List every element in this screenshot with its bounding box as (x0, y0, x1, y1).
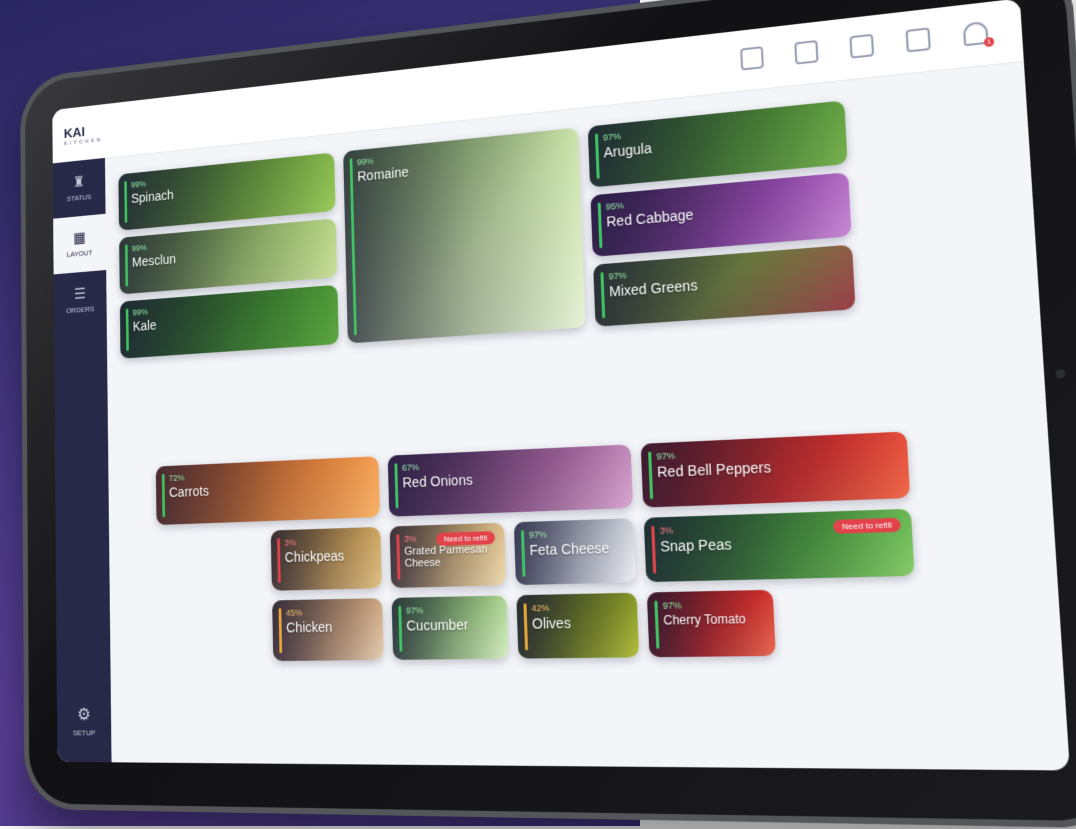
ingredient-tile-cucumber[interactable]: 97% Cucumber (392, 595, 509, 659)
ingredient-tile-romaine[interactable]: 99% Romaine (343, 128, 586, 344)
sidebar: ♜ STATUS ▦ LAYOUT ☰ ORDERS ⚙ SETUP (53, 158, 112, 762)
ingredient-tile-snap-peas[interactable]: 3% Snap Peas Need to refill (644, 509, 915, 582)
tablet-device: KAI KITCHEN 1 ♜ STATUS ▦ LAYOUT ☰ ORDERS… (0, 0, 1076, 826)
notification-badge: 1 (984, 37, 995, 47)
gear-icon: ⚙ (57, 705, 111, 725)
ingredient-tile-chicken[interactable]: 45% Chicken (272, 598, 384, 661)
printer-icon[interactable] (740, 46, 764, 71)
ingredient-tile-red-bell-peppers[interactable]: 97% Red Bell Peppers (641, 431, 911, 507)
list-icon: ☰ (74, 287, 86, 302)
ingredient-tile-chickpeas[interactable]: 3% Chickpeas (271, 527, 382, 591)
ingredient-tile-carrots[interactable]: 72% Carrots (156, 456, 380, 525)
ingredient-tile-cherry-tomato[interactable]: 97% Cherry Tomato (647, 590, 776, 657)
ingredient-tile-feta-cheese[interactable]: 97% Feta Cheese (514, 518, 636, 585)
ingredient-tile-red-cabbage[interactable]: 95% Red Cabbage (590, 172, 851, 257)
database-icon[interactable] (849, 34, 874, 59)
ingredient-tile-mixed-greens[interactable]: 97% Mixed Greens (593, 245, 855, 327)
brand-logo: KAI KITCHEN (64, 122, 103, 147)
ingredient-tile-mesclun[interactable]: 99% Mesclun (119, 218, 337, 294)
sidebar-item-layout[interactable]: ▦ LAYOUT (53, 214, 106, 275)
robot-icon: ♜ (73, 175, 85, 191)
wifi-icon[interactable] (794, 40, 818, 65)
refill-badge: Need to refill (436, 531, 495, 546)
bell-icon[interactable]: 1 (963, 21, 989, 47)
tablet-screen: KAI KITCHEN 1 ♜ STATUS ▦ LAYOUT ☰ ORDERS… (52, 0, 1070, 770)
sidebar-item-setup[interactable]: ⚙ SETUP (57, 705, 111, 738)
ingredient-tile-spinach[interactable]: 99% Spinach (118, 152, 335, 230)
sidebar-item-status[interactable]: ♜ STATUS (53, 158, 106, 219)
folder-icon[interactable] (905, 27, 930, 52)
ingredient-tile-olives[interactable]: 42% Olives (516, 593, 639, 659)
ingredient-tile-grated-parmesan[interactable]: 3% Grated Parmesan Cheese Need to refill (390, 523, 507, 588)
refill-badge: Need to refill (833, 518, 901, 534)
ingredient-tile-red-onions[interactable]: 67% Red Onions (388, 444, 633, 516)
ingredient-tile-kale[interactable]: 99% Kale (120, 285, 339, 359)
ingredient-tile-arugula[interactable]: 97% Arugula (588, 100, 848, 187)
grid-icon: ▦ (73, 231, 86, 247)
sidebar-item-orders[interactable]: ☰ ORDERS (54, 270, 107, 330)
